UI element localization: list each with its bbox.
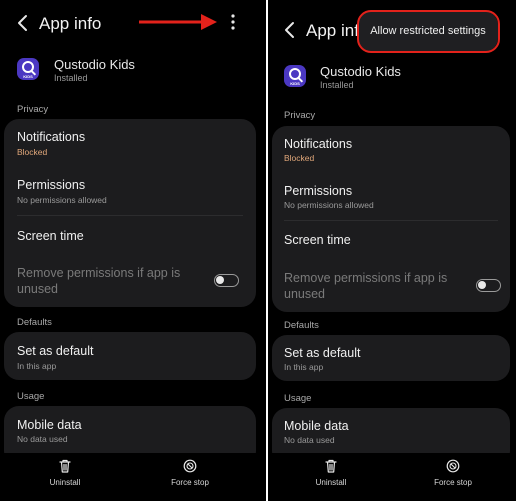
remove-permissions-toggle[interactable] (214, 274, 239, 287)
mobile-data-subtitle: No data used (284, 435, 335, 445)
privacy-card: Notifications Blocked Permissions No per… (272, 126, 510, 312)
permissions-row[interactable]: Permissions No permissions allowed (272, 173, 510, 220)
set-as-default-title: Set as default (17, 344, 94, 358)
notifications-row[interactable]: Notifications Blocked (4, 119, 256, 166)
remove-permissions-row[interactable]: Remove permissions if app is unused (272, 264, 510, 312)
set-as-default-subtitle: In this app (17, 361, 57, 371)
screen-time-row[interactable]: Screen time (272, 221, 510, 263)
notifications-row[interactable]: Notifications Blocked (272, 126, 510, 172)
permissions-status: No permissions allowed (17, 195, 107, 205)
right-screenshot-panel: App info Allow restricted settings KIDS … (268, 0, 516, 501)
notifications-status: Blocked (284, 153, 315, 163)
section-label-defaults: Defaults (17, 317, 52, 328)
force-stop-button[interactable]: Force stop (150, 459, 230, 487)
bottom-action-bar: Uninstall Force stop (268, 453, 516, 501)
page-title: App info (39, 14, 102, 33)
set-as-default-subtitle: In this app (284, 362, 324, 372)
back-arrow-icon[interactable] (279, 19, 301, 41)
mobile-data-title: Mobile data (284, 419, 349, 433)
section-label-usage: Usage (284, 393, 312, 404)
force-stop-button[interactable]: Force stop (413, 459, 493, 487)
uninstall-button[interactable]: Uninstall (25, 459, 105, 487)
screen-time-row[interactable]: Screen time (4, 216, 256, 258)
left-screenshot-panel: App info KIDS Qustodio Kids Installed Pr… (0, 0, 266, 501)
permissions-status: No permissions allowed (284, 200, 374, 210)
uninstall-label: Uninstall (49, 478, 81, 487)
app-install-status: Installed (54, 73, 88, 83)
privacy-card: Notifications Blocked Permissions No per… (4, 119, 256, 307)
set-as-default-title: Set as default (284, 346, 361, 360)
mobile-data-subtitle: No data used (17, 434, 68, 444)
more-vertical-icon[interactable] (226, 12, 240, 32)
permissions-row[interactable]: Permissions No permissions allowed (4, 167, 256, 215)
set-as-default-row[interactable]: Set as default In this app (4, 332, 256, 380)
red-arrow (137, 12, 219, 32)
section-label-defaults: Defaults (284, 320, 319, 331)
qustodio-kids-app-icon: KIDS (17, 58, 39, 80)
screen-time-title: Screen time (284, 233, 351, 247)
notifications-title: Notifications (284, 137, 353, 151)
mobile-data-row[interactable]: Mobile data No data used (4, 406, 256, 454)
permissions-title: Permissions (17, 178, 86, 192)
remove-permissions-title: Remove permissions if app is unused (284, 271, 448, 301)
force-stop-label: Force stop (171, 478, 209, 487)
section-label-privacy: Privacy (284, 110, 316, 121)
back-arrow-icon[interactable] (12, 12, 34, 34)
uninstall-label: Uninstall (315, 478, 347, 487)
trash-icon (324, 459, 338, 473)
notifications-status: Blocked (17, 147, 48, 157)
force-stop-icon (446, 459, 460, 473)
mobile-data-row[interactable]: Mobile data No data used (272, 408, 510, 454)
red-highlight-box (357, 10, 500, 53)
app-install-status: Installed (320, 80, 354, 90)
top-app-bar: App info (0, 0, 266, 46)
section-label-privacy: Privacy (17, 104, 49, 115)
uninstall-button[interactable]: Uninstall (291, 459, 371, 487)
trash-icon (58, 459, 72, 473)
defaults-card: Set as default In this app (4, 332, 256, 380)
force-stop-label: Force stop (434, 478, 472, 487)
app-name: Qustodio Kids (320, 64, 401, 79)
remove-permissions-row[interactable]: Remove permissions if app is unused (4, 259, 256, 307)
set-as-default-row[interactable]: Set as default In this app (272, 335, 510, 381)
app-name: Qustodio Kids (54, 57, 135, 72)
bottom-action-bar: Uninstall Force stop (0, 453, 266, 501)
screen-time-title: Screen time (17, 229, 84, 243)
qustodio-kids-app-icon: KIDS (284, 65, 306, 87)
remove-permissions-toggle[interactable] (476, 279, 501, 292)
mobile-data-title: Mobile data (17, 418, 82, 432)
force-stop-icon (183, 459, 197, 473)
section-label-usage: Usage (17, 391, 45, 402)
notifications-title: Notifications (17, 130, 86, 144)
remove-permissions-title: Remove permissions if app is unused (17, 266, 181, 296)
defaults-card: Set as default In this app (272, 335, 510, 381)
permissions-title: Permissions (284, 184, 353, 198)
